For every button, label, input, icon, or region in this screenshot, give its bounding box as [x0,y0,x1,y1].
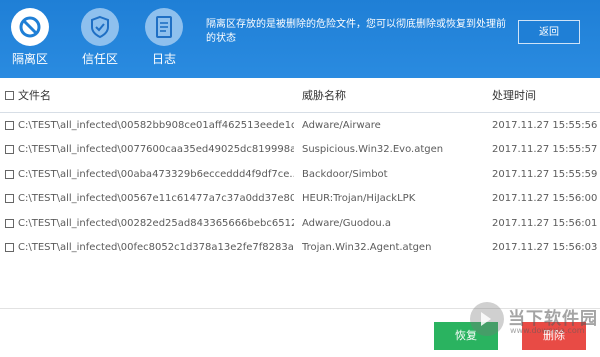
process-time: 2017.11.27 15:55:57 [492,144,598,156]
column-threat-header[interactable]: 威胁名称 [302,78,484,112]
row-checkbox[interactable] [5,113,17,138]
ban-icon [11,8,49,46]
file-path: C:\TEST\all_infected\00582bb908ce01aff46… [18,119,294,131]
nav-log-label: 日志 [151,52,176,66]
row-checkbox[interactable] [5,211,17,236]
nav-quarantine-label: 隔离区 [11,52,48,66]
back-button[interactable]: 返回 [518,20,580,44]
process-time: 2017.11.27 15:56:03 [492,242,598,254]
threat-name: HEUR:Trojan/HiJackLPK [302,193,416,205]
document-icon [145,8,183,46]
process-time: 2017.11.27 15:56:00 [492,193,598,205]
file-path: C:\TEST\all_infected\00aba473329b6eccedd… [18,168,294,180]
file-path: C:\TEST\all_infected\0077600caa35ed49025… [18,144,294,156]
row-checkbox[interactable] [5,138,17,163]
process-time: 2017.11.27 15:55:56 [492,119,598,131]
table-row[interactable]: C:\TEST\all_infected\00582bb908ce01aff46… [0,113,600,138]
row-checkbox[interactable] [5,236,17,261]
site-watermark: 当下软件园 www.downxia.com [470,302,600,342]
nav-quarantine[interactable]: 隔离区 [4,8,56,66]
nav-trust[interactable]: 信任区 [74,8,126,66]
quarantine-table: 文件名 威胁名称 处理时间 C:\TEST\all_infected\00582… [0,78,600,260]
file-path: C:\TEST\all_infected\00567e11c61477a7c37… [18,193,294,205]
select-all-checkbox[interactable] [5,78,17,112]
table-row[interactable]: C:\TEST\all_infected\00fec8052c1d378a13e… [0,236,600,261]
table-row[interactable]: C:\TEST\all_infected\00567e11c61477a7c37… [0,187,600,212]
table-row[interactable]: C:\TEST\all_infected\0077600caa35ed49025… [0,138,600,163]
nav-trust-label: 信任区 [81,52,118,66]
table-header: 文件名 威胁名称 处理时间 [0,78,600,113]
column-file-header[interactable]: 文件名 [18,78,294,112]
header-bar: 隔离区 信任区 日志 隔离区存放的是被删除的危险文件，您可以彻底删除或恢复到处理… [0,0,600,78]
threat-name: Adware/Airware [302,119,381,131]
watermark-logo-icon [470,302,504,336]
table-row[interactable]: C:\TEST\all_infected\00282ed25ad84336566… [0,211,600,236]
process-time: 2017.11.27 15:56:01 [492,217,598,229]
threat-name: Adware/Guodou.a [302,217,392,229]
watermark-url: www.downxia.com [510,326,585,335]
column-time-header[interactable]: 处理时间 [492,78,600,112]
threat-name: Trojan.Win32.Agent.atgen [302,242,432,254]
file-path: C:\TEST\all_infected\00282ed25ad84336566… [18,217,294,229]
table-row[interactable]: C:\TEST\all_infected\00aba473329b6eccedd… [0,162,600,187]
nav-log[interactable]: 日志 [138,8,190,66]
threat-name: Suspicious.Win32.Evo.atgen [302,144,444,156]
shield-check-icon [81,8,119,46]
quarantine-description: 隔离区存放的是被删除的危险文件，您可以彻底删除或恢复到处理前的状态 [206,19,506,44]
quarantine-window: 隔离区 信任区 日志 隔离区存放的是被删除的危险文件，您可以彻底删除或恢复到处理… [0,0,600,357]
row-checkbox[interactable] [5,162,17,187]
row-checkbox[interactable] [5,187,17,212]
file-path: C:\TEST\all_infected\00fec8052c1d378a13e… [18,242,294,254]
threat-name: Backdoor/Simbot [302,168,388,180]
process-time: 2017.11.27 15:55:59 [492,168,598,180]
